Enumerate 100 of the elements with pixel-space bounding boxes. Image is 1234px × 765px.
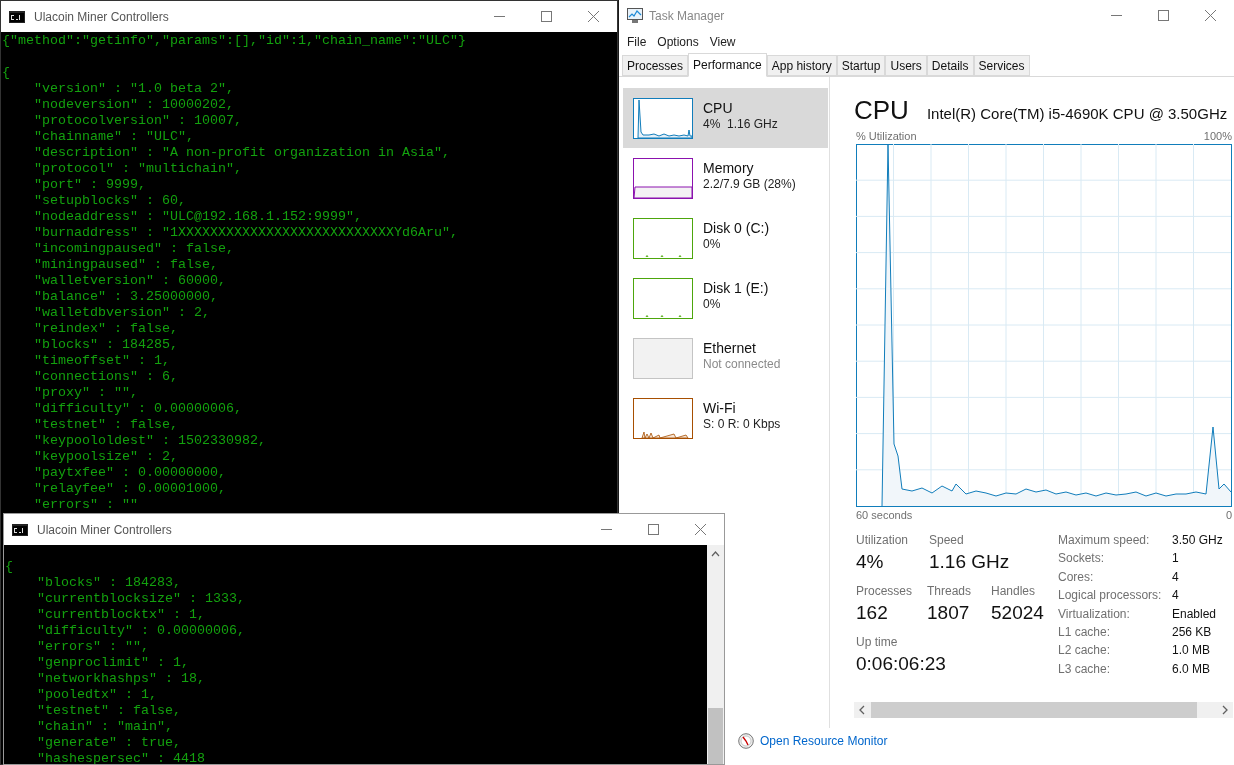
stat-label: Up time: [856, 634, 899, 650]
menu-item[interactable]: File: [623, 32, 651, 51]
resource-detail: 4% 1.16 GHz: [703, 116, 778, 132]
cpu-model: Intel(R) Core(TM) i5-4690K CPU @ 3.50GHz: [926, 104, 1228, 124]
resource-item[interactable]: CPU 4% 1.16 GHz: [623, 88, 828, 148]
console-line: "nodeaddress" : "ULC@192.168.1.152:9999",: [33, 209, 363, 225]
console-line: "currentblocktx" : 1,: [36, 607, 206, 623]
console-line: {: [2, 65, 11, 81]
time-span-label: 60 seconds: [856, 508, 913, 522]
console-line: "testnet" : false,: [36, 703, 182, 719]
menu-item[interactable]: View: [705, 32, 740, 51]
console-line: "genproclimit" : 1,: [36, 655, 190, 671]
console-line: "balance" : 3.25000000,: [33, 289, 219, 305]
maximize-icon: [1158, 10, 1169, 21]
graph-label: % Utilization: [856, 129, 917, 143]
console-line: "setupblocks" : 60,: [33, 193, 187, 209]
scrollbar-thumb[interactable]: [708, 708, 723, 764]
console-line: "blocks" : 184283,: [36, 575, 182, 591]
console-line: "version" : "1.0 beta 2",: [33, 81, 235, 97]
spec-label: Cores:: [1058, 568, 1095, 586]
resource-detail: 0%: [703, 236, 722, 252]
tab[interactable]: Startup: [836, 55, 886, 76]
spec-value: 4: [1172, 587, 1180, 605]
window-title: Ulacoin Miner Controllers: [37, 521, 172, 539]
console-line: {"method":"getinfo","params":[],"id":1,"chain_name":"ULC"}: [2, 33, 467, 49]
console-line: "port" : 9999,: [33, 177, 147, 193]
menu-item[interactable]: Options: [653, 32, 703, 51]
panel-heading: CPU: [854, 95, 909, 125]
close-icon: [695, 524, 706, 535]
resource-name: Disk 1 (E:): [703, 278, 769, 297]
console-line: "walletversion" : 60000,: [33, 273, 227, 289]
tab[interactable]: Performance: [688, 53, 767, 77]
stat-label: Processes: [856, 583, 914, 599]
spec-label: L3 cache:: [1058, 660, 1112, 678]
console-line: "connections" : 6,: [33, 369, 179, 385]
tab[interactable]: Details: [926, 55, 974, 76]
spec-value: 1: [1172, 550, 1180, 568]
resource-item[interactable]: Memory 2.2/7.9 GB (28%): [623, 148, 828, 208]
resource-name: CPU: [703, 98, 734, 117]
console-icon: [12, 523, 28, 536]
console-line: "testnet" : false,: [33, 417, 179, 433]
tab[interactable]: Users: [885, 55, 927, 76]
console-line: "errors" : "": [33, 497, 139, 513]
stat-value: 52024: [991, 601, 1044, 625]
spec-value: 6.0 MB: [1172, 660, 1211, 678]
resource-name: Memory: [703, 158, 755, 177]
resource-detail: S: 0 R: 0 Kbps: [703, 416, 781, 432]
graph-max-label: 100%: [1203, 129, 1232, 143]
console-line: "difficulty" : 0.00000006,: [33, 401, 243, 417]
close-icon: [1205, 10, 1216, 21]
spec-value: 4: [1172, 568, 1180, 586]
resource-detail: 0%: [703, 296, 722, 312]
resource-item[interactable]: Wi-Fi S: 0 R: 0 Kbps: [623, 388, 828, 448]
console-line: "pooledtx" : 1,: [36, 687, 158, 703]
spec-value: 3.50 GHz: [1172, 532, 1223, 549]
stat-value: 0:06:06:23: [856, 652, 947, 676]
close-icon: [588, 11, 599, 22]
console-line: "keypoololdest" : 1502330982,: [33, 433, 267, 449]
console-line: "walletdbversion" : 2,: [33, 305, 211, 321]
resource-detail: Not connected: [703, 356, 781, 372]
stat-value: 4%: [856, 550, 885, 574]
console-line: "protocolversion" : 10007,: [33, 113, 243, 129]
window-title: Ulacoin Miner Controllers: [34, 8, 169, 26]
console-line: "keypoolsize" : 2,: [33, 449, 179, 465]
resource-monitor-link[interactable]: Open Resource Monitor: [760, 732, 888, 750]
console-line: "relayfee" : 0.00001000,: [33, 481, 227, 497]
console-line: "hashespersec" : 4418: [36, 751, 206, 764]
tab[interactable]: Services: [973, 55, 1030, 76]
monitor-graph-icon: [627, 8, 643, 23]
spec-value: 1.0 MB: [1172, 642, 1211, 660]
console-icon: [9, 10, 25, 23]
stat-value: 1.16 GHz: [929, 550, 1010, 574]
console-line: "difficulty" : 0.00000006,: [36, 623, 246, 639]
console-line: "chainname" : "ULC",: [33, 129, 195, 145]
console-line: "currentblocksize" : 1333,: [36, 591, 246, 607]
gauge-icon: [738, 733, 754, 749]
console-line: "protocol" : "multichain",: [33, 161, 243, 177]
console-line: "proxy" : "",: [33, 385, 139, 401]
window-title: Task Manager: [649, 7, 725, 25]
graph-min-label: 0: [1225, 508, 1232, 522]
scrollbar[interactable]: [707, 545, 724, 764]
resource-name: Disk 0 (C:): [703, 218, 770, 237]
spec-label: L1 cache:: [1058, 623, 1112, 641]
console-line: "incomingpaused" : false,: [33, 241, 235, 257]
stat-value: 162: [856, 601, 889, 625]
resource-item[interactable]: Disk 0 (C:) 0%: [623, 208, 828, 268]
spec-value: 256 KB: [1172, 623, 1213, 641]
maximize-icon: [648, 524, 659, 535]
stat-label: Handles: [991, 583, 1037, 599]
spec-label: Logical processors:: [1058, 587, 1163, 605]
tab[interactable]: Processes: [622, 55, 689, 76]
stat-label: Speed: [929, 532, 965, 548]
spec-label: Sockets:: [1058, 550, 1106, 568]
stat-value: 1807: [927, 601, 971, 625]
spec-label: Virtualization:: [1058, 605, 1131, 623]
resource-item[interactable]: Disk 1 (E:) 0%: [623, 268, 828, 328]
console-line: "networkhashps" : 18,: [36, 671, 206, 687]
stat-label: Utilization: [856, 532, 910, 548]
tab[interactable]: App history: [766, 55, 837, 76]
console-line: {: [5, 559, 14, 575]
